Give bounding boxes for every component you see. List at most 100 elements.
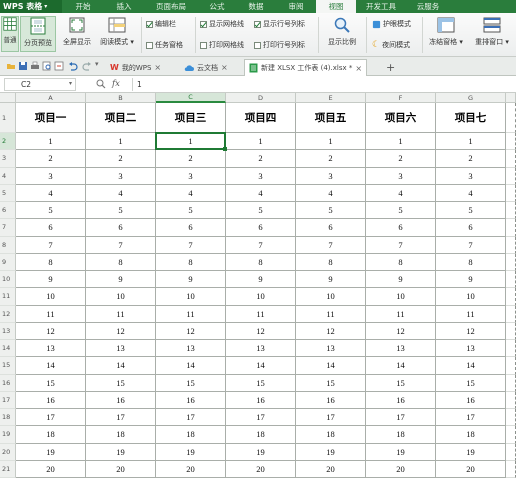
rearrange-windows-button[interactable]: 重排窗口 ▾ bbox=[470, 16, 514, 47]
table-cell[interactable]: 9 bbox=[16, 271, 86, 289]
name-box[interactable]: C2 ▾ bbox=[4, 77, 76, 91]
table-cell[interactable]: 16 bbox=[366, 391, 436, 409]
table-cell[interactable]: 4 bbox=[156, 184, 226, 202]
table-cell[interactable]: 18 bbox=[366, 426, 436, 444]
header-cell[interactable]: 项目七 bbox=[436, 103, 506, 133]
column-header-f[interactable]: F bbox=[366, 93, 436, 103]
row-header-13[interactable]: 13 bbox=[0, 322, 16, 340]
eye-protection-button[interactable]: 护眼模式 bbox=[372, 19, 411, 29]
table-cell[interactable]: 18 bbox=[86, 426, 156, 444]
menu-tab-data[interactable]: 数据 bbox=[236, 0, 276, 13]
table-cell[interactable]: 14 bbox=[296, 357, 366, 375]
print-headers-checkbox[interactable] bbox=[254, 41, 261, 49]
empty-cell[interactable] bbox=[506, 426, 516, 444]
table-cell[interactable]: 11 bbox=[226, 305, 296, 323]
column-header-a[interactable]: A bbox=[16, 93, 86, 103]
task-pane-checkbox[interactable] bbox=[146, 41, 153, 49]
table-cell[interactable]: 19 bbox=[226, 443, 296, 461]
table-cell[interactable]: 3 bbox=[156, 167, 226, 185]
table-cell[interactable]: 10 bbox=[436, 288, 506, 306]
table-cell[interactable]: 12 bbox=[16, 322, 86, 340]
table-cell[interactable]: 19 bbox=[86, 443, 156, 461]
table-cell[interactable]: 3 bbox=[296, 167, 366, 185]
table-cell[interactable]: 14 bbox=[156, 357, 226, 375]
table-cell[interactable]: 9 bbox=[226, 271, 296, 289]
table-cell[interactable]: 20 bbox=[16, 460, 86, 478]
table-cell[interactable]: 18 bbox=[226, 426, 296, 444]
save-icon[interactable] bbox=[18, 61, 28, 71]
app-menu-button[interactable]: WPS 表格 ▾ bbox=[0, 0, 62, 13]
table-cell[interactable]: 12 bbox=[226, 322, 296, 340]
table-cell[interactable]: 20 bbox=[156, 460, 226, 478]
table-cell[interactable]: 16 bbox=[436, 391, 506, 409]
row-header-21[interactable]: 21 bbox=[0, 460, 16, 478]
show-headers-checkbox[interactable] bbox=[254, 20, 261, 28]
table-cell[interactable]: 6 bbox=[226, 219, 296, 237]
table-cell[interactable]: 7 bbox=[156, 236, 226, 254]
edit-bar-toggle[interactable]: 编辑栏 bbox=[146, 19, 176, 29]
menu-tab-insert[interactable]: 插入 bbox=[104, 0, 144, 13]
table-cell[interactable]: 20 bbox=[436, 460, 506, 478]
row-header-10[interactable]: 10 bbox=[0, 271, 16, 289]
table-cell[interactable]: 4 bbox=[16, 184, 86, 202]
table-cell[interactable]: 18 bbox=[16, 426, 86, 444]
row-header-19[interactable]: 19 bbox=[0, 426, 16, 444]
table-cell[interactable]: 1 bbox=[366, 133, 436, 151]
table-cell[interactable]: 10 bbox=[156, 288, 226, 306]
table-cell[interactable]: 7 bbox=[366, 236, 436, 254]
zoom-ratio-button[interactable]: 显示比例 bbox=[322, 16, 362, 47]
table-cell[interactable]: 2 bbox=[156, 150, 226, 168]
table-cell[interactable]: 19 bbox=[296, 443, 366, 461]
table-cell[interactable]: 1 bbox=[436, 133, 506, 151]
table-cell[interactable]: 2 bbox=[86, 150, 156, 168]
row-header-9[interactable]: 9 bbox=[0, 253, 16, 271]
table-cell[interactable]: 15 bbox=[16, 374, 86, 392]
row-header-20[interactable]: 20 bbox=[0, 443, 16, 461]
empty-cell[interactable] bbox=[506, 271, 516, 289]
empty-cell[interactable] bbox=[506, 460, 516, 478]
empty-cell[interactable] bbox=[506, 288, 516, 306]
table-cell[interactable]: 7 bbox=[16, 236, 86, 254]
empty-cell[interactable] bbox=[506, 236, 516, 254]
table-cell[interactable]: 9 bbox=[296, 271, 366, 289]
table-cell[interactable]: 15 bbox=[296, 374, 366, 392]
table-cell[interactable]: 10 bbox=[366, 288, 436, 306]
table-cell[interactable]: 20 bbox=[366, 460, 436, 478]
menu-tab-view[interactable]: 视图 bbox=[316, 0, 356, 13]
empty-cell[interactable] bbox=[506, 357, 516, 375]
table-cell[interactable]: 17 bbox=[156, 409, 226, 427]
table-cell[interactable]: 19 bbox=[156, 443, 226, 461]
table-cell[interactable]: 2 bbox=[226, 150, 296, 168]
fx-icon[interactable]: fx bbox=[112, 79, 120, 89]
empty-cell[interactable] bbox=[506, 202, 516, 220]
column-header-blank[interactable] bbox=[506, 93, 516, 103]
show-headers-toggle[interactable]: 显示行号列标 bbox=[254, 19, 305, 29]
table-cell[interactable]: 18 bbox=[156, 426, 226, 444]
column-header-c[interactable]: C bbox=[156, 93, 226, 103]
row-header-14[interactable]: 14 bbox=[0, 340, 16, 358]
table-cell[interactable]: 11 bbox=[436, 305, 506, 323]
empty-cell[interactable] bbox=[506, 167, 516, 185]
table-cell[interactable]: 5 bbox=[156, 202, 226, 220]
table-cell[interactable]: 1 bbox=[16, 133, 86, 151]
select-all-corner[interactable] bbox=[0, 93, 16, 103]
show-gridlines-toggle[interactable]: 显示网格线 bbox=[200, 19, 244, 29]
table-cell[interactable]: 14 bbox=[226, 357, 296, 375]
row-header-16[interactable]: 16 bbox=[0, 374, 16, 392]
table-cell[interactable]: 8 bbox=[86, 253, 156, 271]
table-cell[interactable]: 6 bbox=[16, 219, 86, 237]
table-cell[interactable]: 4 bbox=[226, 184, 296, 202]
row-header-11[interactable]: 11 bbox=[0, 288, 16, 306]
table-cell[interactable]: 11 bbox=[16, 305, 86, 323]
print-headers-toggle[interactable]: 打印行号列标 bbox=[254, 40, 305, 50]
close-icon[interactable]: × bbox=[355, 64, 362, 73]
table-cell[interactable]: 14 bbox=[436, 357, 506, 375]
row-header-8[interactable]: 8 bbox=[0, 236, 16, 254]
undo-icon[interactable] bbox=[68, 61, 78, 71]
table-cell[interactable]: 15 bbox=[436, 374, 506, 392]
table-cell[interactable]: 7 bbox=[226, 236, 296, 254]
table-cell[interactable]: 14 bbox=[86, 357, 156, 375]
header-cell[interactable]: 项目二 bbox=[86, 103, 156, 133]
row-header-6[interactable]: 6 bbox=[0, 202, 16, 220]
table-cell[interactable]: 8 bbox=[16, 253, 86, 271]
